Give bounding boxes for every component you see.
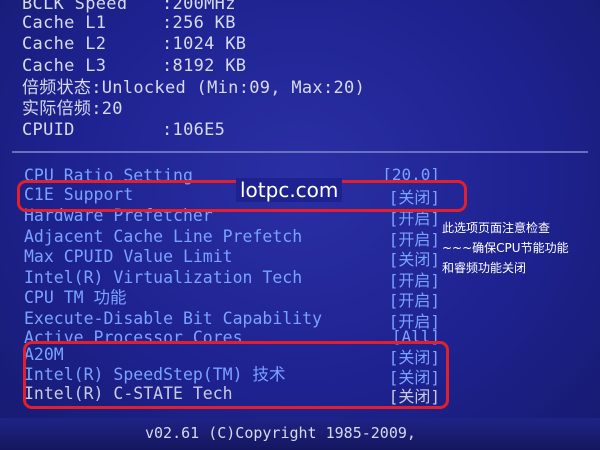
bios-screen: BCLK Speed:200MHz Cache L1:256 KB Cache … xyxy=(0,0,600,450)
section-divider xyxy=(12,151,588,153)
info-row-actual-ratio: 实际倍频:20 xyxy=(22,99,123,119)
info-row-ratio-status: 倍频状态:Unlocked (Min:09, Max:20) xyxy=(22,78,366,98)
watermark-text: lotpc.com xyxy=(236,178,343,202)
info-row-cache-l2: Cache L2:1024 KB xyxy=(22,34,247,54)
highlight-box-power xyxy=(23,341,449,409)
info-row-cache-l1: Cache L1:256 KB xyxy=(22,13,236,33)
copyright-text: v02.61 (C)Copyright 1985-2009, xyxy=(145,424,416,442)
annotation-line-1: 此选项页面注意检查 xyxy=(442,221,551,235)
info-row-cpuid: CPUID:106E5 xyxy=(22,120,226,140)
annotation-line-3: 和睿频功能关闭 xyxy=(442,261,527,275)
info-row-cache-l3: Cache L3:8192 KB xyxy=(22,56,247,76)
footer-bar: v02.61 (C)Copyright 1985-2009, xyxy=(0,418,600,450)
annotation-line-2: ~~~确保CPU节能功能 xyxy=(442,241,569,255)
